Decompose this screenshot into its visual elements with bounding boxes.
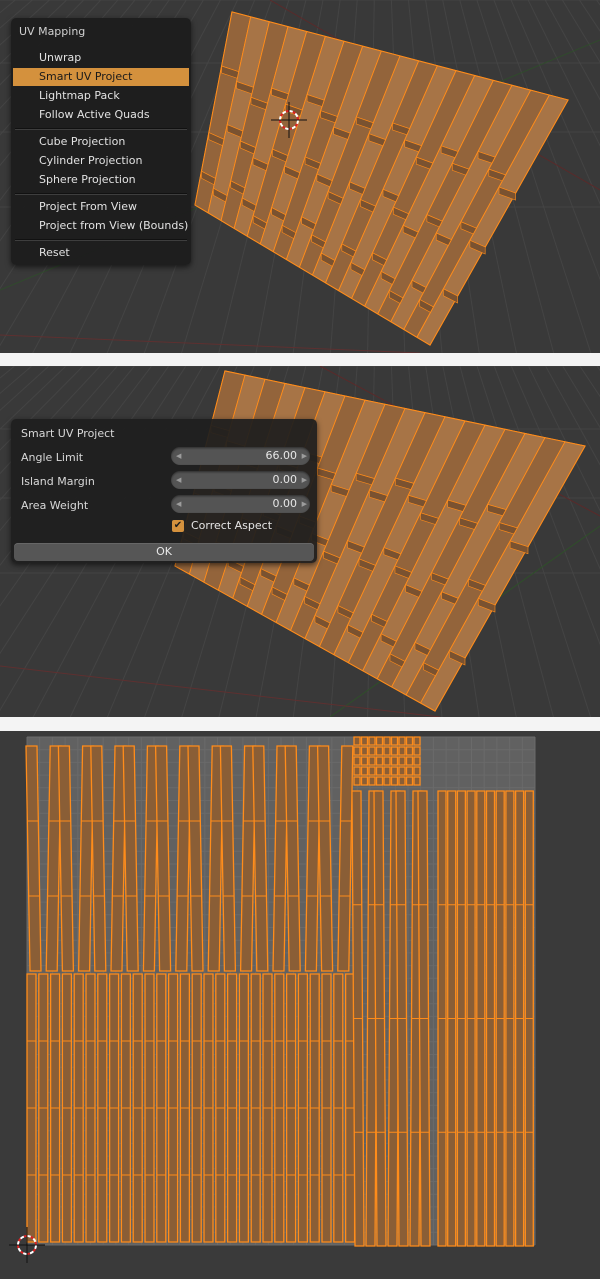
uv-island	[390, 766, 399, 776]
uv-island	[375, 766, 384, 776]
menu-item-sphere-projection[interactable]: Sphere Projection	[13, 171, 189, 189]
uv-island	[368, 766, 376, 776]
viewport-panel-operator: Smart UV Project Angle Limit ◀ 66.00 ▶ I…	[0, 366, 600, 717]
increment-arrow-icon[interactable]: ▶	[302, 495, 307, 513]
menu-item-cube-projection[interactable]: Cube Projection	[13, 133, 189, 151]
panel-divider	[0, 353, 600, 366]
uv-island	[390, 756, 399, 766]
uv-island	[353, 756, 361, 766]
menu-item-follow-active-quads[interactable]: Follow Active Quads	[13, 106, 189, 124]
area-weight-field[interactable]: ◀ 0.00 ▶	[171, 495, 310, 513]
checkmark-icon: ✔	[173, 520, 183, 531]
smart-uv-project-panel: Smart UV Project Angle Limit ◀ 66.00 ▶ I…	[11, 419, 317, 563]
uv-island	[360, 776, 369, 786]
island-margin-value: 0.00	[272, 473, 298, 486]
angle-limit-value: 66.00	[265, 449, 298, 462]
decrement-arrow-icon[interactable]: ◀	[176, 495, 181, 513]
uv-island	[398, 756, 406, 766]
uv-island	[405, 766, 414, 776]
uv-island	[390, 776, 399, 786]
uv-island	[383, 766, 391, 776]
uv-island	[383, 746, 391, 756]
uv-island	[360, 736, 369, 746]
uv-island	[375, 756, 384, 766]
uv-island	[383, 776, 391, 786]
uv-island	[353, 746, 361, 756]
angle-limit-label: Angle Limit	[21, 451, 84, 464]
uv-editor[interactable]	[0, 731, 600, 1279]
uv-islands[interactable]	[25, 736, 534, 1247]
panel-divider	[0, 717, 600, 731]
decrement-arrow-icon[interactable]: ◀	[176, 471, 181, 489]
uv-island	[353, 766, 361, 776]
viewport-panel-uv-menu: UV Mapping Unwrap Smart UV Project Light…	[0, 0, 600, 353]
menu-title: UV Mapping	[19, 25, 86, 38]
menu-item-reset[interactable]: Reset	[13, 244, 189, 262]
uv-island	[375, 746, 384, 756]
uv-island	[368, 746, 376, 756]
uv-island	[375, 776, 384, 786]
uv-island	[353, 736, 361, 746]
uv-island	[398, 736, 406, 746]
uv-island	[353, 776, 361, 786]
uv-island	[405, 776, 414, 786]
uv-island	[390, 736, 399, 746]
uv-island	[368, 776, 376, 786]
menu-separator	[15, 193, 187, 195]
menu-item-cylinder-projection[interactable]: Cylinder Projection	[13, 152, 189, 170]
increment-arrow-icon[interactable]: ▶	[302, 447, 307, 465]
menu-separator	[15, 128, 187, 130]
increment-arrow-icon[interactable]: ▶	[302, 471, 307, 489]
area-weight-label: Area Weight	[21, 499, 89, 512]
uv-island	[405, 736, 414, 746]
uv-island	[383, 736, 391, 746]
menu-item-unwrap[interactable]: Unwrap	[13, 49, 189, 67]
uv-island	[398, 776, 406, 786]
uv-island	[368, 756, 376, 766]
uv-island	[405, 756, 414, 766]
ok-button[interactable]: OK	[14, 543, 314, 561]
uv-island	[413, 776, 421, 786]
correct-aspect-checkbox[interactable]: ✔	[172, 520, 184, 532]
uv-island	[398, 746, 406, 756]
uv-island	[375, 736, 384, 746]
uv-island	[368, 736, 376, 746]
uv-island	[398, 766, 406, 776]
menu-item-project-from-view[interactable]: Project From View	[13, 198, 189, 216]
decrement-arrow-icon[interactable]: ◀	[176, 447, 181, 465]
island-margin-field[interactable]: ◀ 0.00 ▶	[171, 471, 310, 489]
menu-item-lightmap-pack[interactable]: Lightmap Pack	[13, 87, 189, 105]
menu-item-project-from-view-bounds[interactable]: Project from View (Bounds)	[13, 217, 189, 235]
area-weight-value: 0.00	[272, 497, 298, 510]
uv-island	[413, 766, 421, 776]
uv-island	[413, 736, 421, 746]
uv-mapping-menu: UV Mapping Unwrap Smart UV Project Light…	[11, 18, 191, 265]
uv-island	[413, 746, 421, 756]
uv-editor-panel	[0, 731, 600, 1279]
uv-island	[360, 766, 369, 776]
uv-island	[405, 746, 414, 756]
island-margin-label: Island Margin	[21, 475, 95, 488]
uv-island	[383, 756, 391, 766]
correct-aspect-label: Correct Aspect	[191, 519, 273, 532]
operator-title: Smart UV Project	[21, 427, 115, 440]
uv-island	[413, 756, 421, 766]
angle-limit-field[interactable]: ◀ 66.00 ▶	[171, 447, 310, 465]
uv-island	[390, 746, 399, 756]
uv-island	[360, 746, 369, 756]
menu-separator	[15, 239, 187, 241]
menu-item-smart-uv-project[interactable]: Smart UV Project	[13, 68, 189, 86]
uv-island	[360, 756, 369, 766]
